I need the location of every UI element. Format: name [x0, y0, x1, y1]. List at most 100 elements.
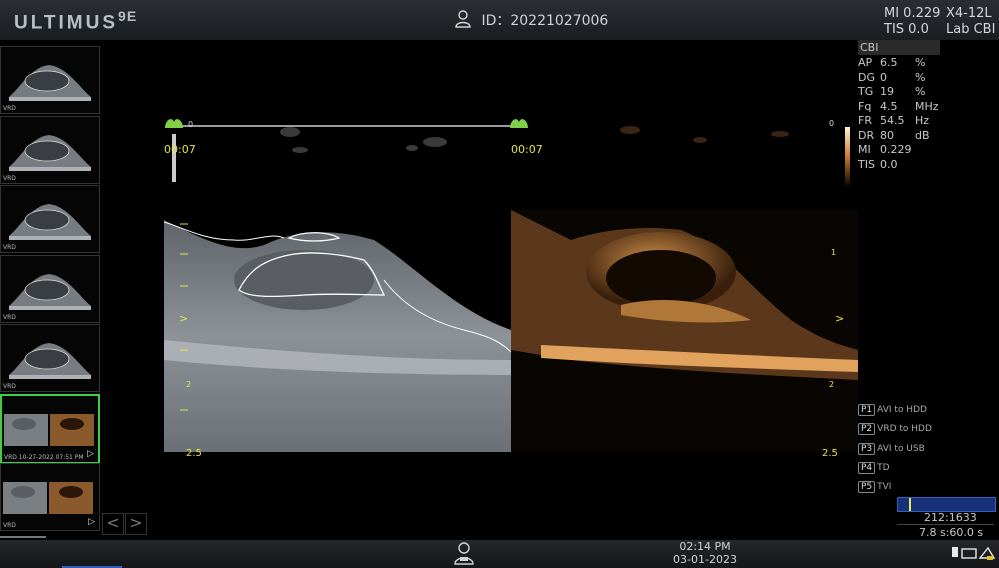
top-echo-artifacts — [280, 126, 789, 153]
top-bar: ULTIMUS9E ID：20221027006 MI 0.229 TIS 0.… — [0, 0, 999, 40]
param-unit: % — [915, 56, 926, 69]
param-unit: % — [915, 70, 926, 84]
param-unit: Hz — [915, 114, 930, 127]
thumbnail-image — [9, 273, 91, 310]
param-unit: % — [915, 85, 926, 98]
bottom-bar — [0, 540, 999, 568]
param-row: MI 0.229 — [858, 143, 940, 158]
param-value: 0 — [880, 70, 887, 84]
param-unit: MHz — [915, 99, 939, 113]
preset-button-p2[interactable]: P2 VRD to HDD — [858, 423, 932, 436]
usb-icon — [952, 547, 958, 557]
thumbnail-label: VRD 10-27-2022 07:51 PM — [4, 453, 84, 461]
thumbnail-image — [9, 134, 91, 171]
param-value: 0.229 — [880, 143, 912, 156]
preset-label: AVI to HDD — [877, 405, 927, 415]
cbi-image[interactable] — [511, 210, 858, 452]
thumbnail-image — [9, 65, 91, 101]
param-value: 4.5 — [880, 99, 898, 113]
thumbnail-5[interactable]: VRD — [0, 324, 100, 392]
preset-button-p1[interactable]: P1 AVI to HDD — [858, 404, 927, 416]
depth-bottom-right: 2.5 — [822, 448, 838, 459]
thumbnail-image — [9, 343, 91, 379]
printer-icon — [961, 548, 977, 559]
thumbnail-label: VRD — [3, 105, 16, 112]
param-row: Fq 4.5 MHz — [858, 100, 940, 115]
thumbnail-image — [9, 204, 91, 240]
thumbnail-2[interactable]: VRD — [0, 115, 100, 184]
preset-name: Lab CBI — [946, 22, 996, 37]
clock: 02:14 PM 03-01-2023 — [673, 540, 737, 566]
bmode-image[interactable] — [164, 210, 511, 452]
thumbnail-7[interactable]: VRD ▷ — [0, 463, 100, 531]
thumbnail-label: VRD — [3, 174, 16, 182]
tgc-left-time: 00:07 — [164, 143, 196, 156]
operator-icon[interactable] — [453, 541, 475, 565]
preset-key: P1 — [858, 404, 876, 416]
param-row: DG 0% — [858, 71, 940, 86]
scale-top-label: 0 — [829, 119, 835, 128]
preset-key: P4 — [858, 461, 876, 474]
thumbnail-1[interactable]: VRD — [0, 46, 100, 114]
preset-key: P5 — [858, 481, 876, 494]
thumbnail-scrollbar[interactable] — [0, 536, 46, 538]
thumbnail-label: VRD — [3, 383, 16, 390]
brand-logo: ULTIMUS9E — [14, 8, 138, 34]
focus-marker-right[interactable]: > — [835, 312, 844, 325]
cine-frame-count: 212:1633 — [924, 511, 977, 524]
probe-name: X4-12L — [946, 6, 992, 21]
patient-id[interactable]: ID：20221027006 — [455, 10, 608, 30]
depth-top: 0 — [188, 120, 194, 129]
cine-position-marker[interactable] — [909, 498, 912, 511]
imaging-parameters: CBI AP 6.5% DG 0% TG 19% Fq 4.5 MHz FR 54.5 Hz DR 80 d… — [858, 40, 940, 172]
play-icon[interactable]: ▷ — [88, 517, 95, 527]
focus-marker-left[interactable]: > — [179, 312, 188, 325]
param-name: FR — [858, 114, 872, 127]
play-icon[interactable]: ▷ — [87, 449, 94, 459]
param-value: 54.5 — [880, 114, 905, 127]
param-row: TIS 0.0 — [858, 158, 940, 173]
param-row: FR 54.5 Hz — [858, 114, 940, 129]
device-status-icons — [952, 546, 996, 560]
probe-preset[interactable]: X4-12L Lab CBI — [946, 6, 995, 38]
param-unit: dB — [915, 128, 930, 142]
param-name: MI — [858, 143, 871, 156]
next-page-button[interactable]: > — [125, 513, 147, 535]
param-value: 0.0 — [880, 157, 898, 171]
cine-slider[interactable] — [897, 497, 996, 512]
param-name: Fq — [858, 99, 872, 113]
cine-divider — [897, 524, 994, 525]
preset-label: AVI to USB — [877, 443, 925, 454]
param-name: TIS — [858, 157, 875, 171]
preset-key: P2 — [858, 423, 876, 436]
preset-button-p3[interactable]: P3 AVI to USB — [858, 442, 925, 455]
thumbnail-strip: VRD VRD VRD VRD VRD VRD 10-27-2022 07:51 PM ▷ V… — [0, 46, 101, 538]
thumbnail-label: VRD — [3, 244, 16, 251]
thumbnail-3[interactable]: VRD — [0, 185, 100, 253]
param-row: AP 6.5% — [858, 56, 940, 71]
depth-bottom-left: 2.5 — [186, 448, 202, 459]
param-row: DR 80 dB — [858, 129, 940, 144]
scale-1-label: 1 — [831, 248, 837, 257]
user-icon — [455, 10, 471, 28]
preset-button-p5[interactable]: P5 TVI — [858, 481, 891, 494]
thumbnail-6[interactable]: VRD 10-27-2022 07:51 PM ▷ — [0, 393, 100, 464]
thumbnail-label: VRD — [3, 522, 16, 529]
param-value: 6.5 — [880, 56, 898, 69]
color-map-bar — [845, 127, 850, 187]
preset-label: VRD to HDD — [877, 424, 932, 435]
param-value: 19 — [880, 85, 894, 98]
thumbnail-image — [4, 413, 94, 446]
param-row: TG 19% — [858, 85, 940, 100]
param-name: DR — [858, 128, 875, 142]
params-title: CBI — [858, 40, 940, 55]
param-name: DG — [858, 70, 875, 84]
preset-button-p4[interactable]: P4 TD — [858, 461, 890, 474]
thumbnail-label: VRD — [3, 313, 16, 321]
preset-key: P3 — [858, 442, 876, 455]
param-name: AP — [858, 56, 873, 69]
preset-label: TD — [877, 462, 890, 473]
prev-page-button[interactable]: < — [102, 513, 124, 535]
thumbnail-image — [3, 482, 93, 514]
thumbnail-4[interactable]: VRD — [0, 254, 100, 323]
